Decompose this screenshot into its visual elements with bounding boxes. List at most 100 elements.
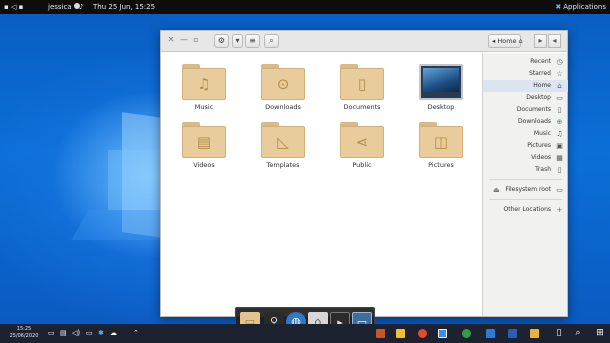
back-button[interactable]: ◂	[548, 34, 561, 48]
pictures-icon: ▣	[556, 142, 563, 150]
sidebar-item-desktop[interactable]: Desktop ▭	[483, 92, 568, 104]
applications-menu[interactable]: ✖ Applications	[555, 3, 606, 11]
search-icon: ⌕	[269, 36, 274, 45]
taskbar-time: 15:25	[16, 326, 32, 332]
wallpaper-light-beam	[108, 150, 164, 210]
desktop-icon: ▭	[556, 94, 563, 102]
folder-label: Music	[194, 103, 214, 111]
videos-icon: ▦	[556, 154, 563, 162]
home-icon: ⌂	[557, 82, 562, 90]
sidebar-item-downloads[interactable]: Downloads ⊕	[483, 116, 568, 128]
app-taskbar-icon[interactable]	[376, 329, 385, 338]
folder-label: Templates	[266, 161, 300, 169]
sidebar-item-home[interactable]: Home ⌂	[483, 80, 568, 92]
folder-label: Videos	[193, 161, 215, 169]
forward-button[interactable]: ▸	[534, 34, 547, 48]
folder-label: Desktop	[427, 103, 455, 111]
menu-button[interactable]: ⚙	[214, 34, 229, 48]
gear-icon: ⚙	[217, 36, 226, 45]
sidebar-divider	[489, 179, 562, 180]
sidebar-divider	[489, 199, 562, 200]
list-icon: ≡	[249, 36, 256, 45]
plus-icon: +	[556, 206, 563, 214]
drive-icon: ▭	[556, 186, 563, 194]
start-button[interactable]: ⊞	[594, 327, 606, 340]
volume-icon[interactable]: ◁)	[72, 327, 80, 340]
user-menu[interactable]: jessica	[48, 3, 80, 11]
folder-music[interactable]: ♫ Music	[174, 64, 234, 111]
chrome-taskbar-icon[interactable]	[418, 329, 427, 338]
chevron-up-icon[interactable]: ⌃	[133, 327, 139, 340]
sidebar-item-videos[interactable]: Videos ▦	[483, 152, 568, 164]
word-taskbar-icon[interactable]	[508, 329, 517, 338]
cloud-icon[interactable]: ☁	[110, 327, 117, 340]
close-icon[interactable]: ✕	[166, 35, 176, 44]
maximize-icon[interactable]: ▫	[191, 35, 201, 44]
chevron-down-icon: ▾	[235, 36, 240, 45]
sidebar-item-trash[interactable]: Trash ▯	[483, 164, 568, 176]
file-view: Desktop ▯ Documents ⊙ Downloads ♫ Music …	[161, 53, 481, 316]
sidebar-item-pictures[interactable]: Pictures ▣	[483, 140, 568, 152]
user-name: jessica	[48, 3, 72, 11]
trash-icon: ▯	[557, 166, 562, 174]
folder-label: Downloads	[265, 103, 301, 111]
folder-downloads[interactable]: ⊙ Downloads	[253, 64, 313, 111]
eject-icon[interactable]: ⏏	[493, 184, 500, 196]
arrow-right-icon: ▸	[538, 36, 543, 45]
notifications-icon[interactable]: ▭	[48, 327, 55, 340]
folder-pictures[interactable]: ◫ Pictures	[411, 122, 471, 169]
sidebar-item-other-locations[interactable]: Other Locations +	[483, 204, 568, 216]
mail-taskbar-icon[interactable]	[486, 329, 495, 338]
list-view-button[interactable]: ≡	[245, 34, 260, 48]
task-view-icon[interactable]: ▯	[554, 327, 564, 340]
desktop-icon	[419, 64, 463, 100]
sidebar-item-filesystem-root[interactable]: ⏏ Filesystem root ▭	[483, 184, 568, 196]
folder-public[interactable]: ⋖ Public	[332, 122, 392, 169]
ruler-triangle-icon: ◺	[261, 122, 305, 158]
share-icon: ⋖	[340, 122, 384, 158]
clock-icon: ◷	[556, 58, 563, 66]
network-icon[interactable]: ▭	[86, 327, 93, 340]
sidebar-item-music[interactable]: Music ♫	[483, 128, 568, 140]
sidebar-item-starred[interactable]: Starred ☆	[483, 68, 568, 80]
home-icon: ⌂	[518, 37, 523, 45]
folder-documents[interactable]: ▯ Documents	[332, 64, 392, 111]
sidebar-item-recent[interactable]: Recent ◷	[483, 56, 568, 68]
notification-bell-icon[interactable]: ♪	[79, 3, 83, 11]
path-label: Home	[497, 37, 517, 45]
download-icon: ⊙	[261, 64, 305, 100]
windows-taskbar: 15:25 25/06/2020 ▭ ▤ ◁) ▭ ✱ ☁ ⌃ ▯ ⌕ ⊞	[0, 324, 610, 343]
document-icon: ▯	[340, 64, 384, 100]
keyboard-icon[interactable]: ▤	[60, 327, 67, 340]
search-button[interactable]: ⌕	[264, 34, 279, 48]
panel-clock[interactable]: Thu 25 Jun, 15:25	[93, 3, 155, 11]
folder-templates[interactable]: ◺ Templates	[253, 122, 313, 169]
taskbar-clock[interactable]: 15:25 25/06/2020	[5, 326, 43, 340]
bluetooth-icon[interactable]: ✱	[98, 327, 104, 340]
view-options-button[interactable]: ▾	[232, 34, 243, 48]
camera-icon: ◫	[419, 122, 463, 158]
header-bar: ✕ — ▫ ⚙ ▾ ≡ ⌕ ◂ Home ⌂ ▸ ◂	[161, 31, 567, 52]
search-icon[interactable]: ⌕	[573, 327, 583, 340]
taskbar-date: 25/06/2020	[9, 333, 39, 339]
music-icon: ♫	[556, 130, 563, 138]
sticky-notes-taskbar-icon[interactable]	[396, 329, 405, 338]
system-tray[interactable]: ▪ ◁ ▪	[4, 3, 23, 11]
folder-desktop[interactable]: Desktop	[411, 64, 471, 111]
folder-label: Public	[352, 161, 372, 169]
vm-taskbar-icon[interactable]	[438, 329, 447, 338]
folder-label: Pictures	[428, 161, 454, 169]
minimize-icon[interactable]: —	[179, 35, 189, 44]
applications-icon: ✖	[555, 3, 562, 11]
browser-taskbar-icon[interactable]	[462, 329, 471, 338]
arrow-left-icon: ◂	[552, 36, 557, 45]
applications-label: Applications	[563, 3, 606, 11]
path-bar-home[interactable]: ◂ Home ⌂	[488, 34, 523, 48]
file-explorer-taskbar-icon[interactable]	[530, 329, 539, 338]
document-icon: ▯	[557, 106, 562, 114]
top-panel: ▪ ◁ ▪ jessica ♪ Thu 25 Jun, 15:25 ✖ Appli…	[0, 0, 610, 14]
file-manager-window: ✕ — ▫ ⚙ ▾ ≡ ⌕ ◂ Home ⌂ ▸ ◂ Desktop ▯ Doc…	[160, 30, 568, 317]
folder-videos[interactable]: ▤ Videos	[174, 122, 234, 169]
sidebar-item-documents[interactable]: Documents ▯	[483, 104, 568, 116]
chevron-down-icon: ◂	[492, 37, 496, 45]
